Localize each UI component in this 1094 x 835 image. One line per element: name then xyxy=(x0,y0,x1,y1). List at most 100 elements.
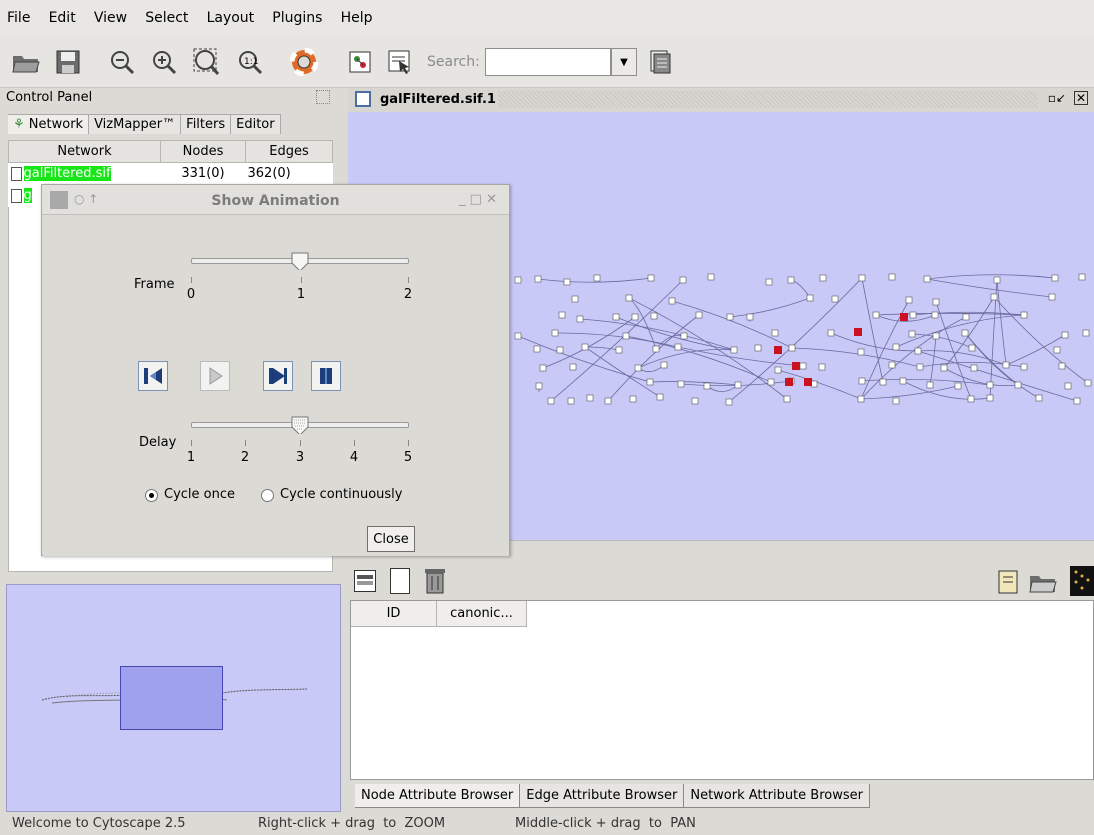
network-node[interactable] xyxy=(535,382,543,390)
network-node[interactable] xyxy=(1061,331,1069,339)
network-node[interactable] xyxy=(858,274,866,282)
column-header-edges[interactable]: Edges xyxy=(245,140,333,163)
cycle-continuously-radio[interactable] xyxy=(261,489,274,502)
network-node[interactable] xyxy=(1078,273,1086,281)
step-forward-button[interactable] xyxy=(263,361,293,391)
tab-network[interactable]: ⚘ Network xyxy=(8,114,90,134)
attribute-table[interactable]: ID canonic... xyxy=(350,600,1094,780)
network-node[interactable] xyxy=(674,343,682,351)
delete-attribute-icon[interactable] xyxy=(424,567,446,595)
column-header-nodes[interactable]: Nodes xyxy=(160,140,246,163)
network-node[interactable] xyxy=(703,382,711,390)
network-node[interactable] xyxy=(1048,293,1056,301)
network-node[interactable] xyxy=(634,364,642,372)
network-node[interactable] xyxy=(1020,311,1028,319)
network-node[interactable] xyxy=(831,295,839,303)
network-node[interactable] xyxy=(679,276,687,284)
network-node[interactable] xyxy=(593,274,601,282)
selected-node[interactable] xyxy=(854,328,862,336)
network-node[interactable] xyxy=(604,397,612,405)
network-node[interactable] xyxy=(909,311,917,319)
network-node[interactable] xyxy=(539,364,547,372)
network-node[interactable] xyxy=(771,329,779,337)
network-node[interactable] xyxy=(967,395,975,403)
network-node[interactable] xyxy=(746,313,754,321)
network-node[interactable] xyxy=(954,382,962,390)
network-node[interactable] xyxy=(615,346,623,354)
network-node[interactable] xyxy=(1053,346,1061,354)
network-node[interactable] xyxy=(990,293,998,301)
birds-eye-viewport[interactable] xyxy=(120,666,223,730)
network-node[interactable] xyxy=(827,329,835,337)
network-node[interactable] xyxy=(563,278,571,286)
zoom-in-icon[interactable] xyxy=(148,46,180,78)
new-attribute-icon[interactable] xyxy=(390,568,410,594)
selected-node[interactable] xyxy=(785,378,793,386)
menu-edit[interactable]: Edit xyxy=(42,0,83,36)
save-icon[interactable] xyxy=(52,46,84,78)
network-node[interactable] xyxy=(576,315,584,323)
tab-filters[interactable]: Filters xyxy=(181,114,232,134)
menu-select[interactable]: Select xyxy=(138,0,195,36)
menu-layout[interactable]: Layout xyxy=(200,0,262,36)
cycle-once-radio[interactable] xyxy=(145,489,158,502)
network-node[interactable] xyxy=(857,395,865,403)
close-button[interactable]: Close xyxy=(367,526,415,552)
network-node[interactable] xyxy=(691,397,699,405)
open-folder-icon[interactable] xyxy=(10,46,42,78)
close-window-icon[interactable]: ✕ xyxy=(1074,91,1088,105)
network-node[interactable] xyxy=(940,364,948,372)
network-node[interactable] xyxy=(787,276,795,284)
zoom-fit-icon[interactable] xyxy=(190,46,222,78)
minimize-window-icon[interactable]: ▫↙ xyxy=(1048,91,1066,105)
matrix-icon[interactable] xyxy=(1070,566,1094,596)
network-node[interactable] xyxy=(765,278,773,286)
network-name[interactable]: galFiltered.sif xyxy=(23,166,111,182)
network-node[interactable] xyxy=(571,295,579,303)
menu-view[interactable]: View xyxy=(87,0,134,36)
network-node[interactable] xyxy=(558,311,566,319)
selected-node[interactable] xyxy=(774,346,782,354)
help-lifebuoy-icon[interactable] xyxy=(288,46,320,78)
network-node[interactable] xyxy=(1014,381,1022,389)
float-panel-icon[interactable] xyxy=(316,90,330,104)
network-node[interactable] xyxy=(625,294,633,302)
network-node[interactable] xyxy=(892,397,900,405)
play-button[interactable] xyxy=(200,361,230,391)
network-node[interactable] xyxy=(656,393,664,401)
network-node[interactable] xyxy=(650,312,658,320)
frame-slider-thumb[interactable] xyxy=(291,252,309,270)
network-node[interactable] xyxy=(908,330,916,338)
network-node[interactable] xyxy=(586,394,594,402)
network-node[interactable] xyxy=(892,343,900,351)
selected-node[interactable] xyxy=(792,362,800,370)
network-node[interactable] xyxy=(932,332,940,340)
network-node[interactable] xyxy=(514,276,522,284)
network-node[interactable] xyxy=(677,380,685,388)
network-node[interactable] xyxy=(514,332,522,340)
tab-node-attribute-browser[interactable]: Node Attribute Browser xyxy=(355,784,521,808)
network-node[interactable] xyxy=(647,274,655,282)
network-node[interactable] xyxy=(799,362,807,370)
window-controls-icon[interactable]: _ □ ✕ xyxy=(459,192,497,207)
network-node[interactable] xyxy=(660,361,668,369)
tab-editor[interactable]: Editor xyxy=(231,114,281,134)
network-node[interactable] xyxy=(961,329,969,337)
network-node[interactable] xyxy=(1002,361,1010,369)
menu-plugins[interactable]: Plugins xyxy=(265,0,329,36)
network-node[interactable] xyxy=(646,378,654,386)
network-node[interactable] xyxy=(1051,274,1059,282)
network-node[interactable] xyxy=(754,344,762,352)
network-node[interactable] xyxy=(888,273,896,281)
cycle-once-label[interactable]: Cycle once xyxy=(164,487,235,502)
selected-node[interactable] xyxy=(900,313,908,321)
delay-slider-thumb[interactable] xyxy=(291,416,309,434)
search-dropdown-button[interactable]: ▼ xyxy=(611,48,637,76)
network-node[interactable] xyxy=(783,395,791,403)
search-input[interactable] xyxy=(485,48,611,76)
selected-node[interactable] xyxy=(804,378,812,386)
network-node[interactable] xyxy=(581,343,589,351)
network-node[interactable] xyxy=(734,381,742,389)
column-header-id[interactable]: ID xyxy=(351,601,437,627)
network-node[interactable] xyxy=(725,398,733,406)
